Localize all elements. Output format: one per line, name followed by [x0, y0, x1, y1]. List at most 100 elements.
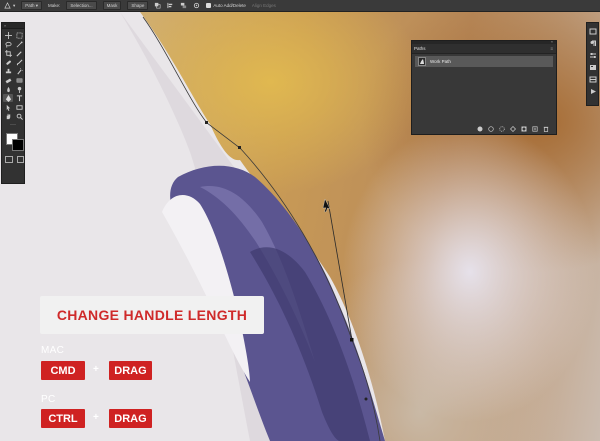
zoom-icon: [16, 113, 23, 120]
blur-tool[interactable]: [3, 85, 13, 93]
quick-mask-icon[interactable]: [5, 156, 13, 163]
mac-plus-sign: +: [93, 364, 99, 375]
mac-modifier-key-text: CMD: [50, 364, 76, 377]
hand-tool[interactable]: [3, 112, 13, 120]
make-mask-button[interactable]: Mask: [102, 1, 122, 10]
brush-icon: [16, 59, 22, 65]
paragraph-icon[interactable]: [589, 40, 597, 47]
brush-tool[interactable]: [14, 58, 24, 66]
eraser-tool[interactable]: [3, 76, 13, 84]
lasso-tool[interactable]: [3, 40, 13, 48]
marquee-tool[interactable]: [14, 31, 24, 39]
history-icon[interactable]: [589, 28, 597, 35]
type-tool[interactable]: [14, 94, 24, 102]
path-name: Work Path: [430, 59, 451, 64]
checkbox-checked-icon: [206, 3, 212, 8]
rectangle-tool[interactable]: [14, 103, 24, 111]
pc-modifier-key: CTRL: [41, 409, 85, 428]
make-label: Make:: [48, 3, 61, 8]
blur-icon: [6, 86, 10, 92]
hand-icon: [6, 113, 10, 119]
align-edges-checkbox[interactable]: Align Edges: [252, 3, 276, 8]
path-select-tool[interactable]: [3, 103, 13, 111]
eraser-icon: [5, 77, 11, 83]
path-list-item[interactable]: Work Path: [415, 56, 553, 67]
tutorial-title-card: CHANGE HANDLE LENGTH: [40, 296, 264, 334]
gradient-tool[interactable]: [14, 76, 24, 84]
mac-modifier-key: CMD: [41, 361, 85, 380]
gear-icon[interactable]: [193, 2, 200, 9]
mac-drag-key: DRAG: [109, 361, 152, 380]
play-icon[interactable]: [589, 88, 597, 95]
history-brush-icon: [16, 67, 23, 74]
healing-tool[interactable]: [3, 58, 13, 66]
type-icon: [16, 94, 22, 101]
path-select-icon: [6, 104, 10, 111]
panel-menu-icon[interactable]: ≡: [550, 46, 553, 51]
auto-add-delete-label: Auto Add/Delete: [213, 3, 246, 8]
path-arrangement-icon[interactable]: [180, 2, 187, 9]
anchor-point: [205, 121, 208, 124]
dodge-tool[interactable]: [14, 85, 24, 93]
trash-icon[interactable]: [543, 126, 549, 132]
screen-mode-icon[interactable]: [16, 156, 24, 163]
mode-buttons: [2, 153, 24, 163]
right-panel-dock: [586, 22, 599, 106]
path-thumbnail: [418, 57, 426, 66]
gradient-icon: [16, 78, 22, 82]
options-bar: ▾ Path ▾ Make: Selection... Mask Shape A…: [0, 0, 600, 12]
clone-stamp-icon: [5, 68, 11, 73]
tutorial-title: CHANGE HANDLE LENGTH: [56, 307, 248, 323]
healing-icon: [5, 60, 11, 65]
paths-panel: « Paths ≡ Work Path: [411, 40, 557, 135]
pen-tool[interactable]: [3, 94, 13, 102]
mac-drag-key-text: DRAG: [114, 364, 147, 377]
tab-paths[interactable]: Paths: [414, 45, 426, 53]
history-brush-tool[interactable]: [14, 67, 24, 75]
properties-icon[interactable]: [589, 64, 597, 71]
path-operations-icon[interactable]: [154, 2, 161, 9]
marquee-icon: [15, 31, 23, 39]
mode-select[interactable]: Path ▾: [21, 1, 43, 10]
eyedropper-tool[interactable]: [14, 49, 24, 57]
chevron-down-icon: ▾: [13, 2, 16, 8]
move-icon: [4, 31, 12, 39]
panel-tab-row: Paths ≡: [412, 44, 556, 54]
magic-wand-icon: [16, 40, 23, 47]
move-tool[interactable]: [3, 31, 13, 39]
libraries-icon[interactable]: [589, 76, 597, 83]
pc-drag-key: DRAG: [109, 409, 152, 428]
path-alignment-icon[interactable]: [167, 2, 174, 9]
new-path-icon[interactable]: [532, 125, 538, 132]
make-shape-button[interactable]: Shape: [127, 1, 149, 10]
add-mask-icon[interactable]: [521, 126, 527, 132]
tools-panel: » ···: [1, 22, 25, 184]
direction-handle-point: [364, 397, 368, 401]
pen-tool-preset[interactable]: ▾: [4, 2, 15, 9]
pc-label: PC: [41, 394, 56, 405]
load-as-selection-icon[interactable]: [499, 125, 505, 132]
adjustments-icon[interactable]: [589, 52, 597, 59]
background-color-swatch[interactable]: [12, 139, 24, 151]
fill-path-icon[interactable]: [477, 126, 483, 132]
make-selection-button[interactable]: Selection...: [66, 1, 97, 10]
stroke-path-icon[interactable]: [488, 125, 494, 132]
auto-add-delete-checkbox[interactable]: Auto Add/Delete: [206, 3, 246, 8]
anchor-point: [238, 146, 241, 149]
more-tools-icon[interactable]: ···: [8, 122, 18, 128]
mode-value: Path: [25, 3, 35, 8]
pc-drag-key-text: DRAG: [114, 412, 147, 425]
clone-stamp-tool[interactable]: [3, 67, 13, 75]
zoom-tool[interactable]: [14, 112, 24, 120]
paths-panel-footer: [412, 123, 556, 134]
magic-wand-tool[interactable]: [14, 40, 24, 48]
path-thumbnail-icon: [420, 59, 424, 64]
make-work-path-icon[interactable]: [510, 125, 516, 132]
dodge-icon: [17, 86, 21, 93]
mac-label: MAC: [41, 345, 65, 356]
pen-icon: [5, 94, 11, 102]
crop-icon: [4, 49, 12, 57]
pen-icon: [4, 2, 11, 9]
color-swatches: [2, 131, 24, 153]
crop-tool[interactable]: [3, 49, 13, 57]
